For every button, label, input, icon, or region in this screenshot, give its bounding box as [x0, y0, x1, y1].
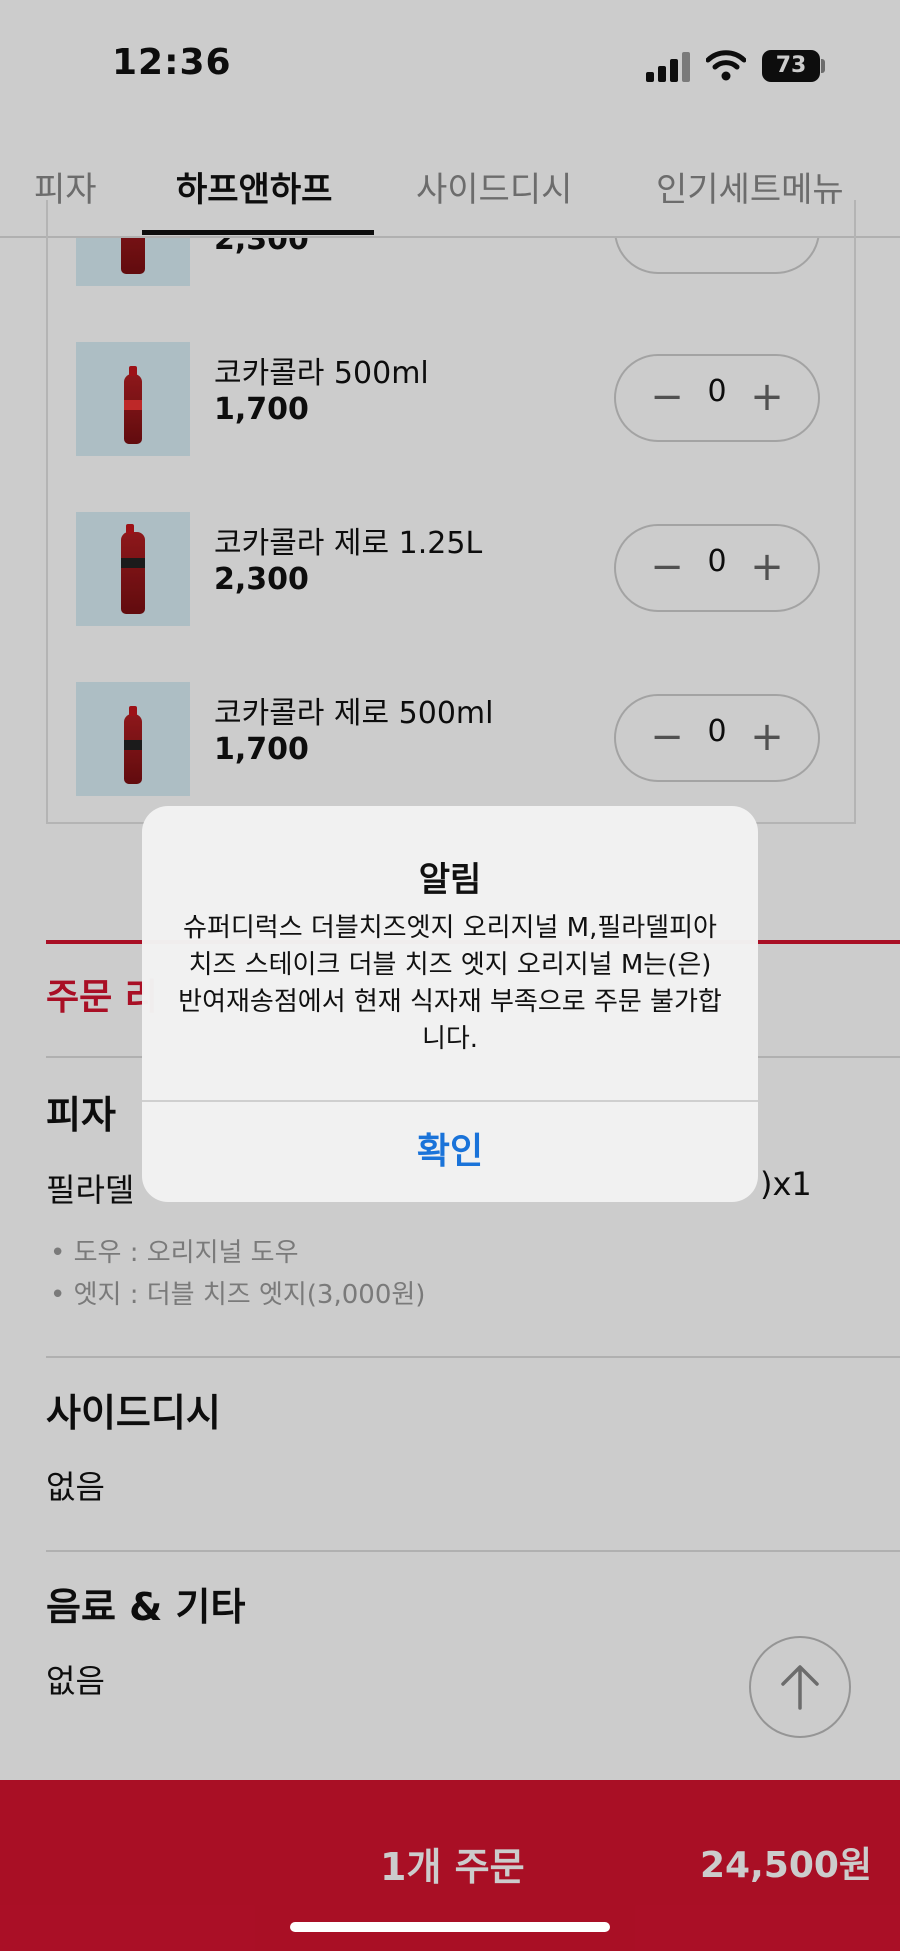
home-indicator: [290, 1922, 610, 1932]
alert-dialog: 알림 슈퍼디럭스 더블치즈엣지 오리지널 M,필라델피아 치즈 스테이크 더블 …: [142, 806, 758, 1202]
alert-message: 슈퍼디럭스 더블치즈엣지 오리지널 M,필라델피아 치즈 스테이크 더블 치즈 …: [178, 913, 722, 1054]
alert-title: 알림: [418, 860, 482, 900]
alert-confirm-button[interactable]: 확인: [142, 1102, 758, 1202]
